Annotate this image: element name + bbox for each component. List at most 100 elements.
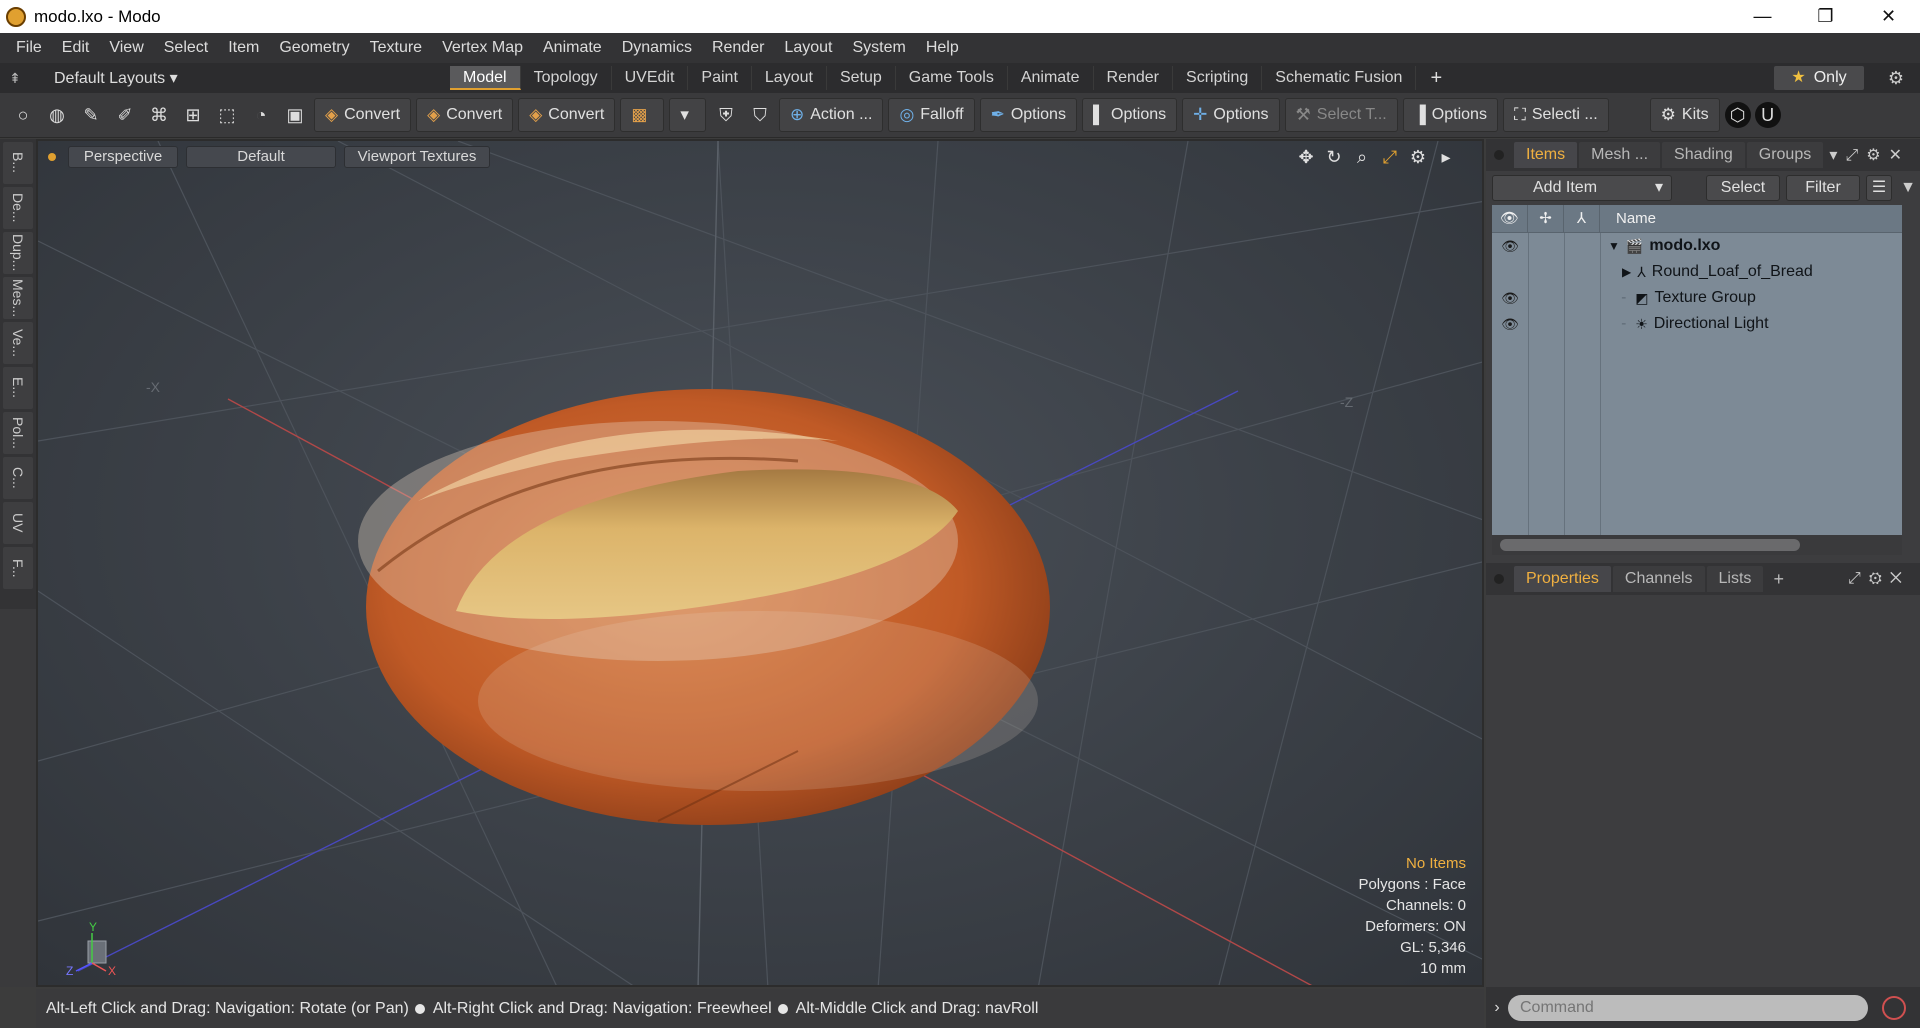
grid-icon[interactable]: ⊞ — [178, 99, 208, 131]
falloff-button[interactable]: ◎ Falloff — [888, 98, 975, 132]
tab-schematic-fusion[interactable]: Schematic Fusion — [1262, 66, 1417, 90]
convert-button-3[interactable]: ◈ Convert — [518, 98, 616, 132]
left-tab-mesh[interactable]: Mes... — [3, 277, 33, 319]
tab-properties[interactable]: Properties — [1514, 566, 1611, 592]
convert-button-2[interactable]: ◈ Convert — [416, 98, 514, 132]
scrollbar-thumb[interactable] — [1500, 539, 1800, 551]
tab-setup[interactable]: Setup — [827, 66, 896, 90]
eye-icon[interactable]: 👁 — [1492, 238, 1528, 255]
left-tab-vertex[interactable]: Ve... — [3, 322, 33, 364]
select-t-button[interactable]: ⚒ Select T... — [1284, 98, 1398, 132]
visibility-column-eye-icon[interactable]: 👁 — [1492, 204, 1528, 233]
select-button[interactable]: Select — [1706, 175, 1780, 201]
bread-loaf-mesh[interactable] — [358, 389, 1050, 825]
brush-icon[interactable]: ✐ — [110, 99, 140, 131]
action-button[interactable]: ⊕ Action ... — [778, 98, 884, 132]
shield-icon[interactable]: ⛨ — [711, 99, 741, 131]
record-macro-icon[interactable] — [1882, 995, 1906, 1020]
sphere-icon[interactable]: ◔ — [246, 99, 276, 131]
selecti-button[interactable]: ⛶ Selecti ... — [1502, 98, 1609, 132]
tab-paint[interactable]: Paint — [688, 66, 752, 90]
tab-scripting[interactable]: Scripting — [1173, 66, 1263, 90]
pen-icon[interactable]: ✎ — [76, 99, 106, 131]
command-input[interactable] — [1508, 994, 1868, 1021]
tab-groups[interactable]: Groups — [1746, 142, 1824, 168]
options-button-3[interactable]: ✛ Options — [1182, 98, 1280, 132]
menu-vertex-map[interactable]: Vertex Map — [432, 39, 533, 57]
command-history-chevron-icon[interactable]: › — [1486, 999, 1508, 1017]
eye-icon[interactable]: 👁 — [1492, 316, 1528, 333]
sphere-select-icon[interactable]: ◍ — [42, 99, 72, 131]
options-button-2[interactable]: ▌ Options — [1081, 98, 1178, 132]
tab-game-tools[interactable]: Game Tools — [896, 66, 1008, 90]
left-tab-polygon[interactable]: Pol... — [3, 412, 33, 454]
name-column-header[interactable]: Name — [1600, 210, 1656, 227]
tab-layout[interactable]: Layout — [752, 66, 827, 90]
list-options-icon[interactable]: ☰ — [1866, 175, 1892, 201]
tab-mesh[interactable]: Mesh ... — [1579, 142, 1661, 168]
tab-animate[interactable]: Animate — [1008, 66, 1094, 90]
menu-dynamics[interactable]: Dynamics — [612, 39, 702, 57]
eye-icon[interactable]: 👁 — [1492, 290, 1528, 307]
panel-gear-icon[interactable]: ⚙ — [1866, 147, 1888, 164]
options-button-1[interactable]: ✒ Options — [979, 98, 1077, 132]
panel-maximize-icon[interactable]: ⤢ — [1845, 147, 1866, 164]
item-tree-scrollbar[interactable] — [1492, 535, 1902, 555]
left-tab-curve[interactable]: C... — [3, 457, 33, 499]
expand-arrow-icon[interactable]: ▸ — [1432, 147, 1460, 168]
viewport-textures-dropdown[interactable]: Viewport Textures — [344, 146, 490, 168]
menu-texture[interactable]: Texture — [360, 39, 432, 57]
add-tab-plus-icon[interactable]: + — [1416, 67, 1456, 90]
menu-select[interactable]: Select — [154, 39, 218, 57]
tab-render[interactable]: Render — [1094, 66, 1174, 90]
snap-cube-button[interactable]: ▩ — [620, 98, 665, 132]
panel-menu-dot-icon[interactable] — [1494, 150, 1504, 160]
tab-uvedit[interactable]: UVEdit — [612, 66, 689, 90]
tree-row-mesh[interactable]: ▶ ⅄ Round_Loaf_of_Bread — [1492, 259, 1902, 285]
menu-view[interactable]: View — [99, 39, 153, 57]
tree-row-scene[interactable]: 👁 ▼ 🎬 modo.lxo — [1492, 233, 1902, 259]
vertex-select-icon[interactable]: ○ — [8, 99, 38, 131]
default-layouts-dropdown[interactable]: Default Layouts ▾ — [30, 68, 450, 88]
add-item-button[interactable]: Add Item ▾ — [1492, 175, 1672, 201]
panel-close-icon[interactable]: ✕ — [1890, 570, 1910, 587]
tab-topology[interactable]: Topology — [521, 66, 612, 90]
tab-model[interactable]: Model — [450, 66, 521, 90]
polygon-icon[interactable]: ⬚ — [212, 99, 242, 131]
unreal-icon[interactable]: U — [1754, 102, 1781, 128]
unity-icon[interactable]: ⬡ — [1724, 102, 1751, 128]
pin-icon[interactable]: ⇞ — [0, 70, 30, 87]
pan-icon[interactable]: ✥ — [1292, 147, 1320, 168]
left-tab-duplicate[interactable]: Dup... — [3, 232, 33, 274]
shading-default-dropdown[interactable]: Default — [186, 146, 336, 168]
filter-button[interactable]: Filter — [1786, 175, 1860, 201]
gear-icon[interactable]: ⚙ — [1884, 66, 1908, 90]
menu-animate[interactable]: Animate — [533, 39, 612, 57]
menu-help[interactable]: Help — [916, 39, 969, 57]
menu-system[interactable]: System — [842, 39, 915, 57]
panel-maximize-icon[interactable]: ⤢ — [1848, 570, 1869, 587]
left-tab-edge[interactable]: E... — [3, 367, 33, 409]
expand-triangle-icon[interactable]: ▼ — [1608, 239, 1620, 253]
zoom-icon[interactable]: ⌕ — [1348, 147, 1376, 168]
options-button-4[interactable]: ▐ Options — [1402, 98, 1498, 132]
only-button[interactable]: ★ Only — [1774, 66, 1864, 90]
tab-lists[interactable]: Lists — [1706, 566, 1764, 592]
3d-viewport[interactable]: Perspective Default Viewport Textures ✥ … — [36, 139, 1484, 987]
dropdown-button[interactable]: ▾ — [669, 98, 706, 132]
collapsed-triangle-icon[interactable]: ▶ — [1622, 265, 1631, 279]
minimize-button[interactable]: — — [1731, 0, 1794, 33]
close-button[interactable]: ✕ — [1857, 0, 1920, 33]
panel-menu-dot-icon[interactable] — [1494, 574, 1504, 584]
funnel-icon[interactable]: ▼ — [1896, 179, 1920, 197]
menu-layout[interactable]: Layout — [774, 39, 842, 57]
left-tab-fusion[interactable]: F... — [3, 547, 33, 589]
item-cube-icon[interactable]: ▣ — [280, 99, 310, 131]
maximize-icon[interactable]: ⤢ — [1376, 147, 1404, 168]
type-column-icon[interactable]: ⅄ — [1564, 204, 1600, 233]
tab-items[interactable]: Items — [1514, 142, 1578, 168]
tab-channels[interactable]: Channels — [1612, 566, 1705, 592]
restore-button[interactable]: ❐ — [1794, 0, 1857, 33]
viewport-gear-icon[interactable]: ⚙ — [1404, 147, 1432, 168]
panel-gear-icon[interactable]: ⚙ — [1869, 570, 1890, 587]
